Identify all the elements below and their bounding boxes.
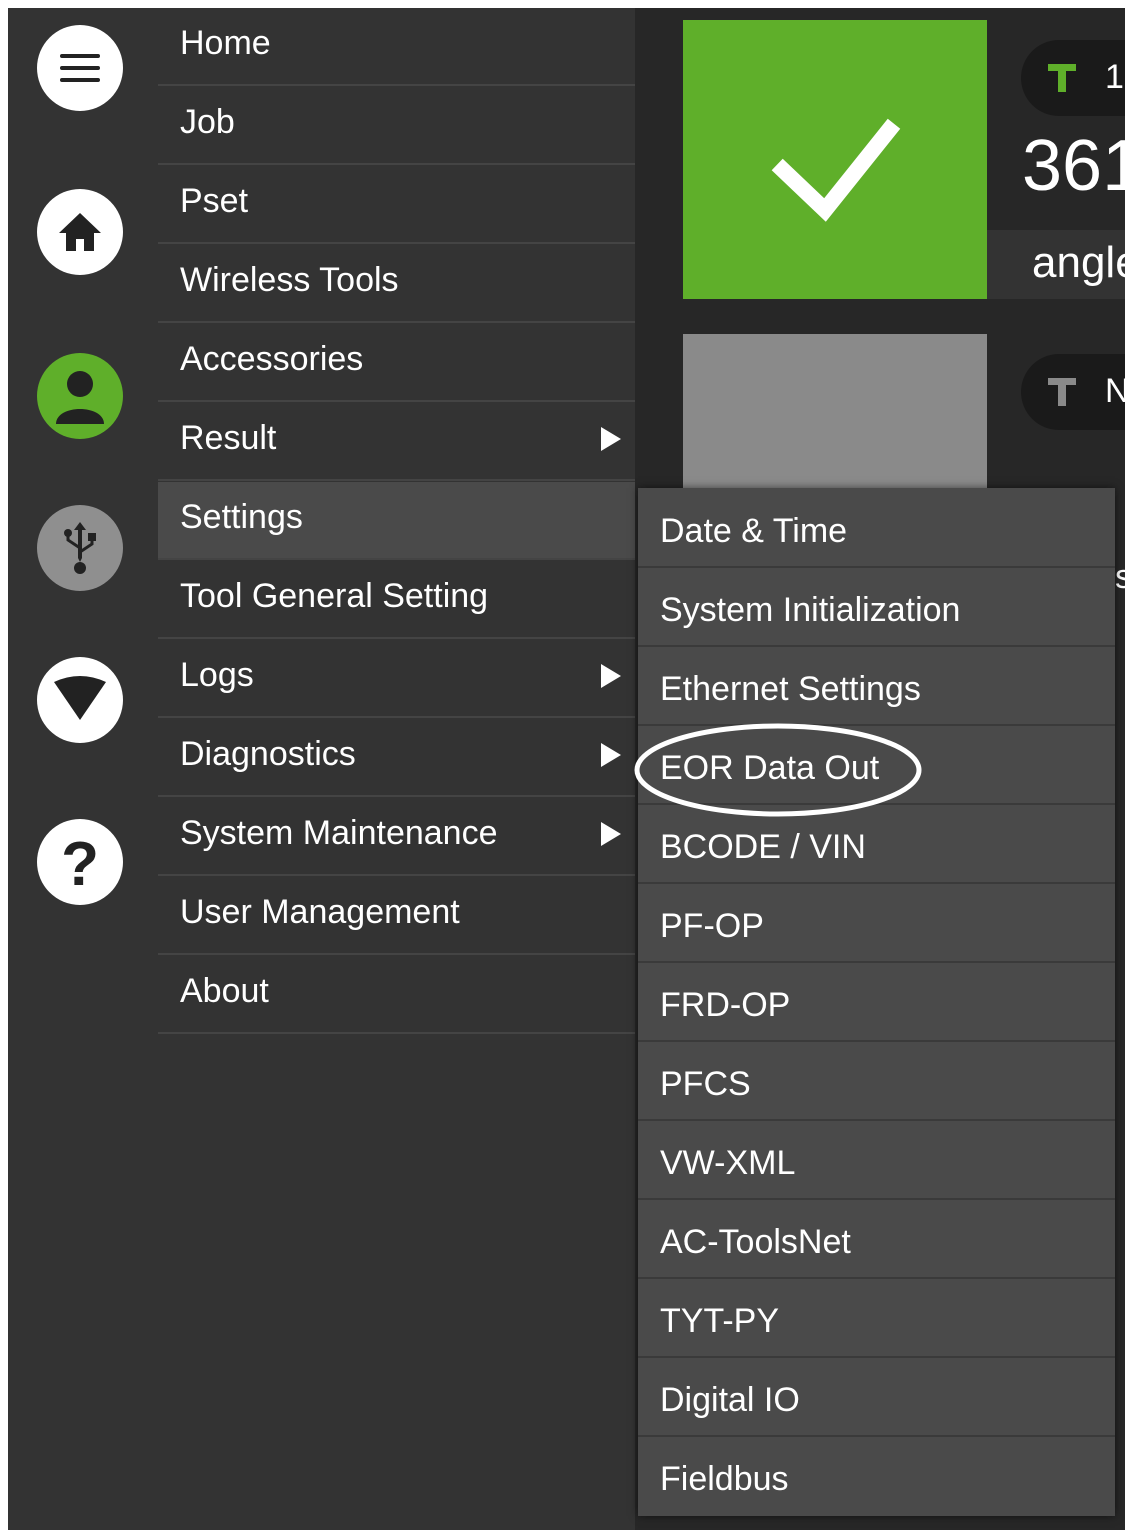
user-icon[interactable] (37, 353, 123, 439)
tool-icon (1048, 378, 1076, 406)
result-value: 361 (1022, 126, 1125, 206)
tool-badge[interactable]: N (1021, 354, 1125, 430)
tool-badge-label: N (1105, 372, 1125, 410)
result-pending-tile[interactable] (683, 334, 987, 494)
partial-text: s (1115, 558, 1125, 596)
icon-rail: ? (8, 8, 156, 1530)
submenu-item-label: Digital IO (660, 1381, 800, 1419)
submenu-item-vw-xml[interactable]: VW-XML (638, 1120, 1115, 1200)
menu-item-diagnostics[interactable]: Diagnostics (158, 719, 635, 797)
submenu-item-ethernet-settings[interactable]: Ethernet Settings (638, 646, 1115, 726)
submenu-item-label: Date & Time (660, 512, 848, 550)
submenu-arrow-icon (601, 427, 621, 451)
result-ok-tile[interactable] (683, 20, 987, 299)
tool-badge-label: 1 (1105, 58, 1124, 96)
menu-item-label: System Maintenance (180, 814, 498, 852)
menu-item-pset[interactable]: Pset (158, 166, 635, 244)
submenu-arrow-icon (601, 664, 621, 688)
menu-item-label: Tool General Setting (180, 577, 489, 615)
menu-item-label: User Management (180, 893, 460, 931)
menu-item-system-maintenance[interactable]: System Maintenance (158, 798, 635, 876)
menu-item-label: About (180, 972, 269, 1010)
tool-badge[interactable]: 1 (1021, 40, 1125, 116)
submenu-item-fieldbus[interactable]: Fieldbus (638, 1436, 1115, 1516)
menu-item-user-management[interactable]: User Management (158, 877, 635, 955)
submenu-item-label: Fieldbus (660, 1460, 789, 1498)
menu-item-label: Job (180, 103, 235, 141)
menu-item-logs[interactable]: Logs (158, 640, 635, 718)
submenu-item-digital-io[interactable]: Digital IO (638, 1357, 1115, 1437)
submenu-item-label: BCODE / VIN (660, 828, 866, 866)
menu-item-label: Diagnostics (180, 735, 356, 773)
menu-item-accessories[interactable]: Accessories (158, 324, 635, 402)
usb-icon[interactable] (37, 505, 123, 591)
svg-text:?: ? (61, 831, 99, 893)
submenu-item-date-time[interactable]: Date & Time (638, 488, 1115, 568)
menu-item-result[interactable]: Result (158, 403, 635, 481)
submenu-item-label: FRD-OP (660, 986, 791, 1024)
highlight-ellipse (634, 723, 922, 817)
submenu-item-label: TYT-PY (660, 1302, 780, 1340)
menu-item-label: Wireless Tools (180, 261, 399, 299)
menu-item-label: Result (180, 419, 277, 457)
menu-item-about[interactable]: About (158, 956, 635, 1034)
submenu-item-label: AC-ToolsNet (660, 1223, 851, 1261)
menu-icon[interactable] (37, 25, 123, 111)
submenu-item-ac-toolsnet[interactable]: AC-ToolsNet (638, 1199, 1115, 1279)
settings-submenu: Date & Time System Initialization Ethern… (638, 488, 1115, 1516)
menu-item-tool-general-setting[interactable]: Tool General Setting (158, 561, 635, 639)
menu-item-label: Accessories (180, 340, 364, 378)
submenu-item-tyt-py[interactable]: TYT-PY (638, 1278, 1115, 1358)
submenu-item-pf-op[interactable]: PF-OP (638, 883, 1115, 963)
submenu-arrow-icon (601, 822, 621, 846)
submenu-arrow-icon (601, 743, 621, 767)
main-menu: Home Job Pset Wireless Tools Accessories… (156, 8, 635, 1530)
menu-item-label: Logs (180, 656, 254, 694)
submenu-item-label: VW-XML (660, 1144, 796, 1182)
help-icon[interactable]: ? (37, 819, 123, 905)
submenu-item-label: PFCS (660, 1065, 751, 1103)
menu-item-label: Home (180, 24, 271, 62)
submenu-item-label: System Initialization (660, 591, 961, 629)
menu-item-settings[interactable]: Settings (158, 482, 635, 560)
result-unit: angle (1032, 238, 1125, 287)
menu-item-wireless-tools[interactable]: Wireless Tools (158, 245, 635, 323)
home-icon[interactable] (37, 189, 123, 275)
wifi-icon[interactable] (37, 657, 123, 743)
menu-item-job[interactable]: Job (158, 87, 635, 165)
submenu-item-pfcs[interactable]: PFCS (638, 1041, 1115, 1121)
menu-item-label: Pset (180, 182, 249, 220)
submenu-item-label: PF-OP (660, 907, 764, 945)
submenu-item-system-initialization[interactable]: System Initialization (638, 567, 1115, 647)
app-window: ? Home Job Pset Wireless Tools Accessori… (8, 8, 1125, 1530)
menu-item-label: Settings (180, 498, 303, 536)
checkmark-icon (771, 118, 901, 222)
tool-icon (1048, 64, 1076, 92)
menu-item-home[interactable]: Home (158, 8, 635, 86)
submenu-item-frd-op[interactable]: FRD-OP (638, 962, 1115, 1042)
submenu-item-label: Ethernet Settings (660, 670, 921, 708)
